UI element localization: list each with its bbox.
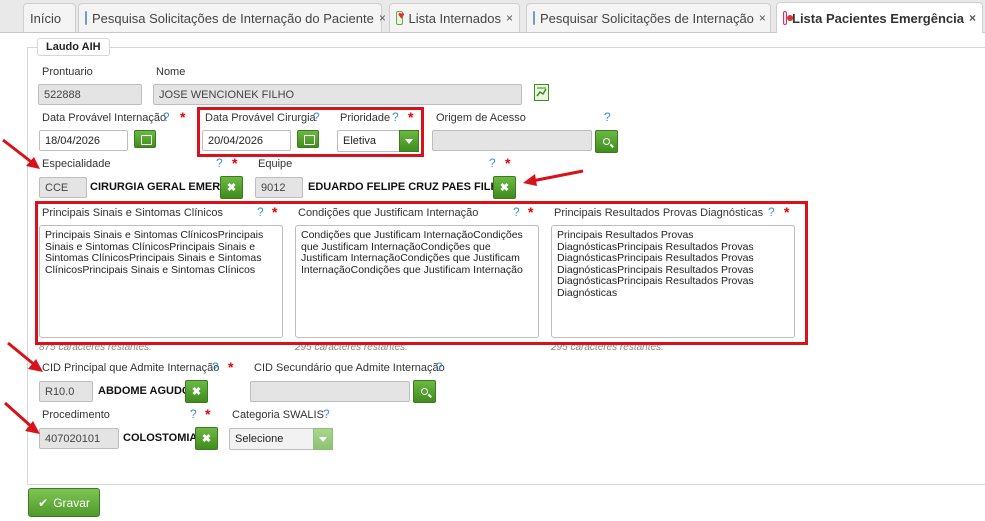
tab-label: Pesquisar Solicitações de Internação: [540, 10, 754, 26]
especialidade-code: CCE: [39, 177, 87, 198]
data-internacao-input[interactable]: 18/04/2026: [39, 130, 128, 151]
close-icon: ✖: [191, 386, 202, 398]
tab-pesquisa-solicitacoes-paciente[interactable]: Pesquisa Solicitações de Internação do P…: [78, 3, 386, 32]
required-marker: *: [228, 359, 234, 375]
annotation-arrow-icon: [2, 138, 40, 169]
document-icon: [85, 11, 87, 25]
tab-lista-internados[interactable]: Lista Internados ×: [389, 3, 520, 32]
tab-label: Lista Internados: [408, 10, 501, 26]
close-icon[interactable]: ×: [379, 11, 386, 25]
panel-legend: Laudo AIH: [37, 38, 110, 56]
equipe-label: Equipe: [258, 158, 293, 170]
emergency-icon: [783, 11, 793, 25]
tab-inicio[interactable]: Início: [23, 3, 76, 32]
checkmark-icon: ✔: [38, 495, 49, 510]
origem-field: [432, 130, 592, 151]
required-marker: *: [505, 155, 511, 171]
procedimento-code: 407020101: [39, 428, 119, 449]
clear-procedimento-button[interactable]: ✖: [195, 427, 218, 450]
heart-icon: [396, 10, 405, 25]
prontuario-label: Prontuario: [42, 66, 93, 78]
swalis-value: Selecione: [235, 433, 284, 445]
close-icon[interactable]: ×: [969, 11, 976, 25]
clear-especialidade-button[interactable]: ✖: [220, 176, 243, 199]
help-icon[interactable]: ?: [190, 407, 197, 421]
help-icon[interactable]: ?: [323, 407, 330, 421]
chevron-down-icon[interactable]: [313, 428, 333, 450]
annotation-arrow-icon: [4, 401, 40, 434]
origem-label: Origem de Acesso: [436, 112, 526, 124]
swalis-label: Categoria SWALIS: [232, 409, 324, 421]
tab-label: Pesquisa Solicitações de Internação do P…: [92, 10, 374, 26]
clear-cid-principal-button[interactable]: ✖: [185, 380, 208, 403]
search-icon: [603, 138, 610, 145]
cid-secundario-label: CID Secundário que Admite Internação: [254, 362, 445, 374]
help-icon[interactable]: ?: [489, 156, 496, 170]
required-marker: *: [180, 109, 186, 125]
save-label: Gravar: [53, 495, 90, 510]
cid-secundario-field: [250, 381, 410, 402]
close-icon[interactable]: ×: [506, 11, 513, 25]
close-icon: ✖: [226, 182, 237, 194]
procedimento-name: COLOSTOMIA: [123, 432, 198, 444]
clear-equipe-button[interactable]: ✖: [493, 176, 516, 199]
annotation-box: [35, 201, 808, 345]
tab-pesquisar-solicitacoes[interactable]: Pesquisar Solicitações de Internação ×: [526, 3, 771, 32]
help-icon[interactable]: ?: [212, 360, 219, 374]
annotation-arrow-icon: [7, 341, 43, 372]
procedimento-label: Procedimento: [42, 409, 110, 421]
nome-field: JOSE WENCIONEK FILHO: [153, 84, 522, 105]
cid-principal-label: CID Principal que Admite Internação: [42, 362, 220, 374]
especialidade-label: Especialidade: [42, 158, 111, 170]
close-icon: ✖: [201, 433, 212, 445]
help-icon[interactable]: ?: [604, 110, 611, 124]
cid-principal-code: R10.0: [39, 381, 93, 402]
required-marker: *: [232, 155, 238, 171]
annotation-box: [197, 107, 424, 157]
close-icon: ✖: [499, 182, 510, 194]
tab-lista-pacientes-emergencia[interactable]: Lista Pacientes Emergência ×: [776, 2, 983, 33]
close-icon[interactable]: ×: [759, 11, 766, 25]
especialidade-name: CIRURGIA GERAL EMERG: [90, 181, 229, 193]
origem-search-button[interactable]: [595, 130, 618, 153]
required-marker: *: [205, 406, 211, 422]
help-icon[interactable]: ?: [436, 360, 443, 374]
save-button[interactable]: ✔ Gravar: [28, 488, 100, 517]
help-icon[interactable]: ?: [163, 110, 170, 124]
data-internacao-label: Data Provável Internação: [42, 112, 167, 124]
tab-bar: Início Pesquisa Solicitações de Internaç…: [0, 0, 985, 33]
swalis-select[interactable]: Selecione: [229, 428, 333, 450]
nome-label: Nome: [156, 66, 186, 78]
annotation-arrow-icon: [523, 169, 584, 186]
search-icon: [421, 388, 428, 395]
tab-label: Lista Pacientes Emergência: [792, 10, 964, 26]
patient-chart-icon[interactable]: [534, 84, 549, 101]
document-icon: [533, 11, 535, 25]
calendar-icon[interactable]: [134, 130, 156, 148]
prontuario-field: 522888: [38, 84, 142, 105]
equipe-code: 9012: [255, 177, 303, 198]
tab-label: Início: [30, 10, 62, 26]
cid-principal-name: ABDOME AGUDO: [98, 385, 191, 397]
cid-secundario-search-button[interactable]: [413, 380, 436, 403]
help-icon[interactable]: ?: [216, 156, 223, 170]
equipe-name: EDUARDO FELIPE CRUZ PAES FILHO: [308, 181, 508, 193]
